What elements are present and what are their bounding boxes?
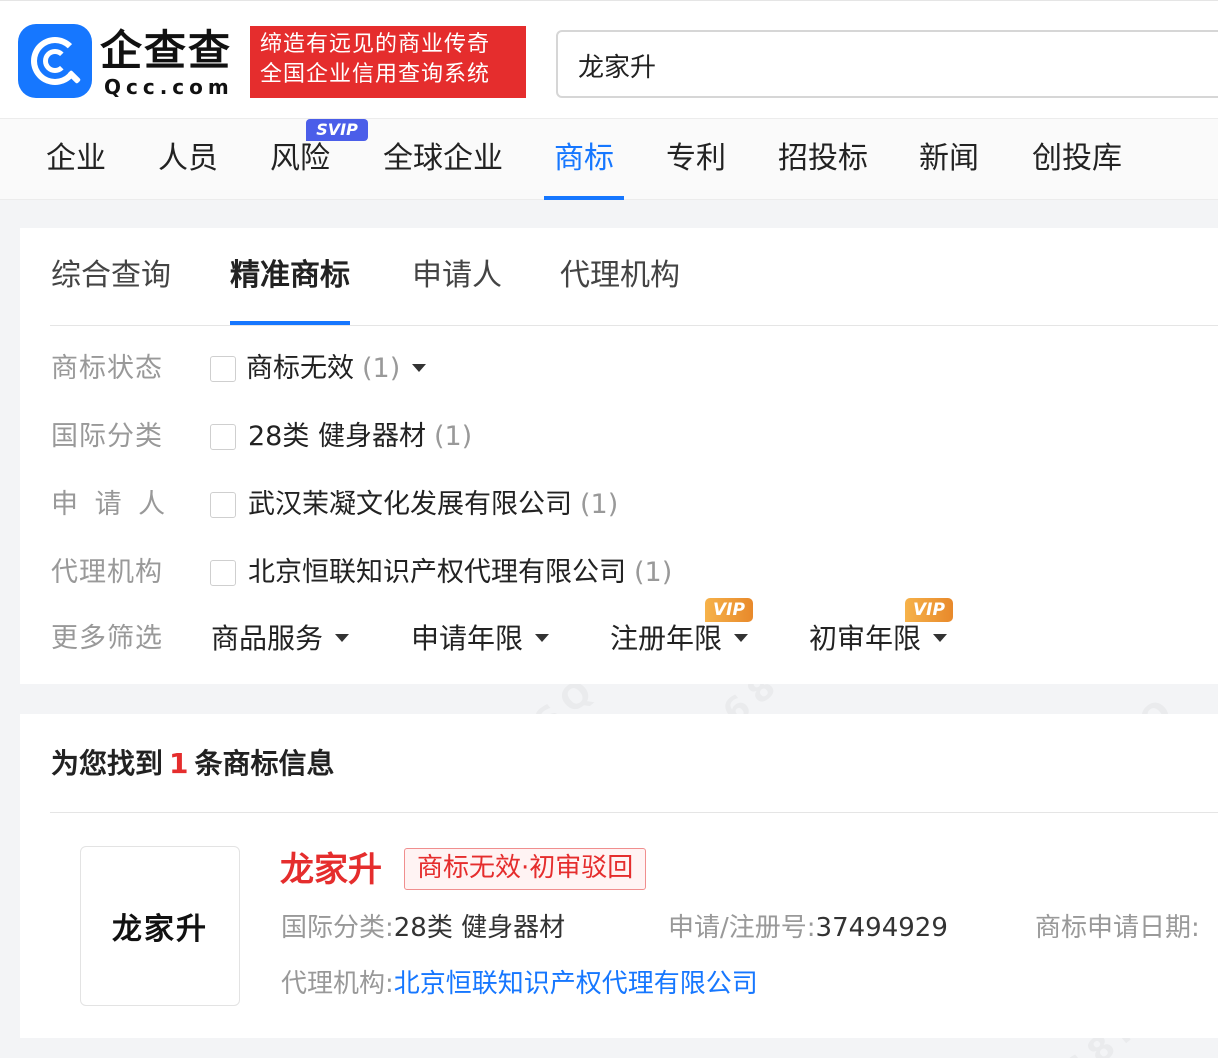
meta-agency: 代理机构:北京恒联知识产权代理有限公司 xyxy=(281,966,758,1002)
dropdown-register-years[interactable]: 注册年限 xyxy=(610,621,749,657)
meta-label: 代理机构: xyxy=(281,969,394,999)
caret-down-icon xyxy=(933,634,948,642)
filter-option-label: 28类 健身器材 xyxy=(248,421,426,452)
divider xyxy=(50,325,1218,326)
filter-option-count: (1) xyxy=(433,421,473,452)
filter-option-count: (1) xyxy=(362,353,401,384)
caret-down-icon xyxy=(412,363,427,372)
filter-label-agency: 代理机构 xyxy=(51,557,163,588)
vip-badge: VIP xyxy=(705,598,753,622)
meta-label: 申请/注册号: xyxy=(668,913,816,943)
filter-option-agency[interactable]: 北京恒联知识产权代理有限公司 (1) xyxy=(248,555,672,591)
meta-reg-no: 申请/注册号:37494929 xyxy=(668,910,948,946)
slogan-line-2: 全国企业信用查询系统 xyxy=(260,62,491,87)
filter-option-count: (1) xyxy=(634,557,673,588)
filter-label-class: 国际分类 xyxy=(51,421,163,452)
meta-apply-date: 商标申请日期: xyxy=(1035,910,1200,946)
results-panel: 为您找到 1 条商标信息 龙家升 龙家升 商标无效·初审驳回 国际分类:28类 健身… xyxy=(20,714,1218,1038)
slogan-line-1: 缔造有远见的商业传奇 xyxy=(260,32,491,57)
caret-down-icon xyxy=(535,634,550,642)
nav-item-news[interactable]: 新闻 xyxy=(919,139,979,179)
filter-option-label: 商标无效 xyxy=(246,353,354,384)
search-box[interactable] xyxy=(556,30,1218,98)
trademark-image-text: 龙家升 xyxy=(112,912,208,947)
vip-badge: VIP xyxy=(905,598,953,622)
divider xyxy=(50,812,1218,813)
results-summary: 为您找到 1 条商标信息 xyxy=(51,744,335,784)
caret-down-icon xyxy=(734,634,749,642)
nav-item-risk[interactable]: 风险 xyxy=(270,139,330,179)
filter-panel: 综合查询 精准商标 申请人 代理机构 商标状态 商标无效 (1) 国际分类 28类… xyxy=(20,228,1218,684)
caret-down-icon xyxy=(335,634,350,642)
filter-option-applicant[interactable]: 武汉茉凝文化发展有限公司 (1) xyxy=(248,487,618,523)
checkbox-icon[interactable] xyxy=(210,560,236,586)
meta-label: 国际分类: xyxy=(281,913,394,943)
search-input[interactable] xyxy=(578,46,1178,84)
tab-applicant[interactable]: 申请人 xyxy=(412,256,502,296)
results-prefix: 为您找到 xyxy=(51,747,164,780)
filter-label-more: 更多筛选 xyxy=(51,623,163,654)
filter-option-count: (1) xyxy=(580,489,619,520)
nav-active-indicator xyxy=(544,196,624,200)
checkbox-icon[interactable] xyxy=(210,492,236,518)
meta-value: 28类 健身器材 xyxy=(393,913,566,943)
top-header: 企查查 Qcc.com 缔造有远见的商业传奇 全国企业信用查询系统 xyxy=(0,0,1218,118)
dropdown-apply-years[interactable]: 申请年限 xyxy=(411,621,550,657)
nav-item-global[interactable]: 全球企业 xyxy=(383,139,503,179)
filter-option-label: 北京恒联知识产权代理有限公司 xyxy=(248,557,626,588)
results-count: 1 xyxy=(169,747,189,780)
nav-item-patent[interactable]: 专利 xyxy=(666,139,726,179)
meta-label: 商标申请日期: xyxy=(1035,913,1200,943)
main-nav: 企业 人员 风险 SVIP 全球企业 商标 专利 招投标 新闻 创投库 xyxy=(0,118,1218,200)
filter-option-status[interactable]: 商标无效 (1) xyxy=(246,351,427,387)
dropdown-goods-services[interactable]: 商品服务 xyxy=(211,621,350,657)
slogan-banner: 缔造有远见的商业传奇 全国企业信用查询系统 xyxy=(250,26,526,98)
filter-label-status: 商标状态 xyxy=(51,353,163,384)
filter-label-applicant: 申 请 人 xyxy=(51,489,170,520)
qcc-logo-icon xyxy=(18,24,92,98)
logo-text: 企查查 xyxy=(100,26,233,75)
svip-badge: SVIP xyxy=(306,119,368,141)
filter-option-class[interactable]: 28类 健身器材 (1) xyxy=(248,419,472,455)
checkbox-icon[interactable] xyxy=(210,424,236,450)
meta-class: 国际分类:28类 健身器材 xyxy=(281,910,565,946)
tab-exact-trademark[interactable]: 精准商标 xyxy=(230,256,350,296)
nav-item-trademark[interactable]: 商标 xyxy=(554,139,614,179)
dropdown-label: 初审年限 xyxy=(809,622,922,655)
logo-domain: Qcc.com xyxy=(104,75,234,99)
results-suffix: 条商标信息 xyxy=(194,747,335,780)
filter-option-label: 武汉茉凝文化发展有限公司 xyxy=(248,489,572,520)
checkbox-icon[interactable] xyxy=(210,356,236,382)
site-logo[interactable]: 企查查 Qcc.com xyxy=(18,24,248,98)
nav-item-venture[interactable]: 创投库 xyxy=(1032,139,1122,179)
nav-item-enterprise[interactable]: 企业 xyxy=(46,139,106,179)
trademark-image[interactable]: 龙家升 xyxy=(80,846,240,1006)
dropdown-label: 申请年限 xyxy=(411,622,524,655)
nav-item-people[interactable]: 人员 xyxy=(158,139,218,179)
nav-item-bidding[interactable]: 招投标 xyxy=(778,139,868,179)
trademark-name-link[interactable]: 龙家升 xyxy=(280,848,382,892)
tab-comprehensive[interactable]: 综合查询 xyxy=(51,256,171,296)
meta-value: 37494929 xyxy=(815,913,948,943)
dropdown-prelim-years[interactable]: 初审年限 xyxy=(809,621,948,657)
dropdown-label: 注册年限 xyxy=(610,622,723,655)
agency-link[interactable]: 北京恒联知识产权代理有限公司 xyxy=(394,969,758,999)
tab-agency[interactable]: 代理机构 xyxy=(560,256,680,296)
dropdown-label: 商品服务 xyxy=(211,622,324,655)
status-badge: 商标无效·初审驳回 xyxy=(404,848,647,890)
